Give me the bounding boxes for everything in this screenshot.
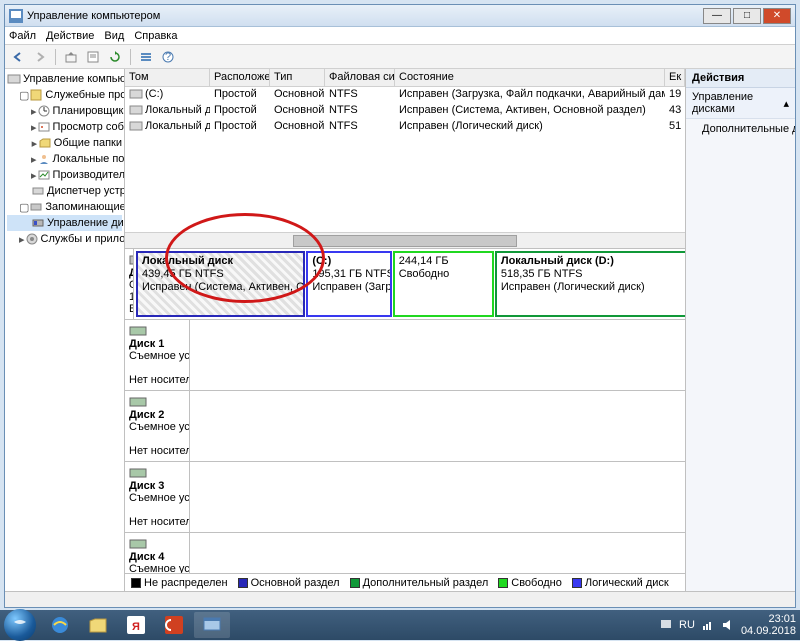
partition-free[interactable]: 244,14 ГБ Свободно bbox=[393, 251, 494, 317]
tree-hscroll[interactable] bbox=[5, 591, 795, 607]
tree-shared-folders[interactable]: ▸Общие папки bbox=[7, 135, 122, 151]
disk-row[interactable]: Диск 1Съемное устроНет носителя bbox=[125, 320, 685, 391]
taskbar-yandex[interactable]: Я bbox=[118, 612, 154, 638]
taskbar-explorer[interactable] bbox=[80, 612, 116, 638]
tree-system-tools[interactable]: ▢Служебные программы bbox=[7, 87, 122, 103]
svg-text:Я: Я bbox=[132, 621, 140, 633]
tree-task-scheduler[interactable]: ▸Планировщик заданий bbox=[7, 103, 122, 119]
partition-c[interactable]: (C:) 195,31 ГБ NTFS Исправен (Загрузка, … bbox=[306, 251, 391, 317]
hscroll[interactable] bbox=[125, 232, 685, 248]
back-button[interactable] bbox=[9, 48, 27, 66]
graphical-view: Диск 0 Основной 1397,26 ГБ В сети Локаль… bbox=[125, 249, 685, 573]
navigation-tree[interactable]: Управление компьютером (л ▢Служебные про… bbox=[5, 69, 125, 591]
center-pane: Том Расположение Тип Файловая система Со… bbox=[125, 69, 685, 591]
taskbar[interactable]: Я RU 23:0104.09.2018 bbox=[0, 610, 800, 640]
forward-button[interactable] bbox=[31, 48, 49, 66]
taskbar-ccleaner[interactable] bbox=[156, 612, 192, 638]
tree-disk-management[interactable]: Управление дисками bbox=[7, 215, 122, 231]
disk-row[interactable]: Диск 2Съемное устроНет носителя bbox=[125, 391, 685, 462]
titlebar[interactable]: Управление компьютером — □ ✕ bbox=[5, 5, 795, 27]
disk-row[interactable]: Диск 3Съемное устроНет носителя bbox=[125, 462, 685, 533]
volume-row[interactable]: Локальный диск ПростойОсновнойNTFSИсправ… bbox=[125, 103, 685, 119]
tray-network-icon[interactable] bbox=[701, 618, 715, 632]
disk-row[interactable]: Диск 4Съемное устроНет носителя bbox=[125, 533, 685, 573]
computer-management-window: Управление компьютером — □ ✕ Файл Действ… bbox=[4, 4, 796, 608]
actions-pane: Действия Управление дисками▴ Дополнитель… bbox=[685, 69, 795, 591]
window-title: Управление компьютером bbox=[27, 10, 160, 22]
col-status[interactable]: Состояние bbox=[395, 69, 665, 86]
removable-icon bbox=[129, 324, 147, 338]
up-button[interactable] bbox=[62, 48, 80, 66]
actions-more[interactable]: Дополнительные дей... ▸ bbox=[686, 119, 795, 138]
system-tray[interactable]: RU 23:0104.09.2018 bbox=[659, 613, 796, 637]
volume-row[interactable]: (C:) ПростойОсновнойNTFSИсправен (Загруз… bbox=[125, 87, 685, 103]
removable-icon bbox=[129, 537, 147, 551]
menu-help[interactable]: Справка bbox=[134, 30, 177, 42]
removable-icon bbox=[129, 466, 147, 480]
tree-local-users[interactable]: ▸Локальные пользоват bbox=[7, 151, 122, 167]
chevron-up-icon: ▴ bbox=[783, 97, 789, 110]
tree-event-viewer[interactable]: ▸Просмотр событий bbox=[7, 119, 122, 135]
removable-icon bbox=[129, 395, 147, 409]
menu-view[interactable]: Вид bbox=[104, 30, 124, 42]
close-button[interactable]: ✕ bbox=[763, 8, 791, 24]
tray-lang[interactable]: RU bbox=[679, 619, 695, 631]
partitions: Локальный диск 439,45 ГБ NTFS Исправен (… bbox=[134, 249, 685, 319]
disk-info: Диск 0 Основной 1397,26 ГБ В сети bbox=[125, 249, 134, 319]
col-filesystem[interactable]: Файловая система bbox=[325, 69, 395, 86]
actions-subheader[interactable]: Управление дисками▴ bbox=[686, 88, 795, 119]
volume-icon bbox=[129, 120, 143, 132]
partition-d[interactable]: Локальный диск (D:) 518,35 ГБ NTFS Испра… bbox=[495, 251, 685, 317]
tray-clock[interactable]: 23:0104.09.2018 bbox=[741, 613, 796, 637]
maximize-button[interactable]: □ bbox=[733, 8, 761, 24]
volume-list: Том Расположение Тип Файловая система Со… bbox=[125, 69, 685, 249]
tree-performance[interactable]: ▸Производительность bbox=[7, 167, 122, 183]
tree-root[interactable]: Управление компьютером (л bbox=[7, 71, 122, 87]
tree-storage[interactable]: ▢Запоминающие устройс bbox=[7, 199, 122, 215]
volume-icon bbox=[129, 104, 143, 116]
col-extra[interactable]: Ек bbox=[665, 69, 685, 86]
taskbar-ie[interactable] bbox=[42, 612, 78, 638]
volume-icon bbox=[129, 88, 143, 100]
svg-text:?: ? bbox=[165, 51, 171, 63]
start-button[interactable] bbox=[4, 609, 36, 641]
app-icon bbox=[9, 9, 23, 23]
legend: Не распределен Основной раздел Дополните… bbox=[125, 573, 685, 591]
col-type[interactable]: Тип bbox=[270, 69, 325, 86]
tray-flag-icon[interactable] bbox=[659, 618, 673, 632]
toolbar: ? bbox=[5, 45, 795, 69]
disk-row[interactable]: Диск 0 Основной 1397,26 ГБ В сети Локаль… bbox=[125, 249, 685, 320]
refresh-button[interactable] bbox=[106, 48, 124, 66]
tree-device-manager[interactable]: Диспетчер устройств bbox=[7, 183, 122, 199]
properties-button[interactable] bbox=[84, 48, 102, 66]
col-volume[interactable]: Том bbox=[125, 69, 210, 86]
menubar: Файл Действие Вид Справка bbox=[5, 27, 795, 45]
volume-row[interactable]: Локальный диск (D:) ПростойОсновнойNTFSИ… bbox=[125, 119, 685, 135]
menu-file[interactable]: Файл bbox=[9, 30, 36, 42]
tree-services[interactable]: ▸Службы и приложения bbox=[7, 231, 122, 247]
col-layout[interactable]: Расположение bbox=[210, 69, 270, 86]
help-button[interactable]: ? bbox=[159, 48, 177, 66]
volume-header[interactable]: Том Расположение Тип Файловая система Со… bbox=[125, 69, 685, 87]
partition-system[interactable]: Локальный диск 439,45 ГБ NTFS Исправен (… bbox=[136, 251, 305, 317]
menu-action[interactable]: Действие bbox=[46, 30, 94, 42]
actions-header: Действия bbox=[686, 69, 795, 88]
taskbar-compmgmt[interactable] bbox=[194, 612, 230, 638]
scroll-thumb[interactable] bbox=[293, 235, 517, 247]
tray-sound-icon[interactable] bbox=[721, 618, 735, 632]
view-list-button[interactable] bbox=[137, 48, 155, 66]
minimize-button[interactable]: — bbox=[703, 8, 731, 24]
